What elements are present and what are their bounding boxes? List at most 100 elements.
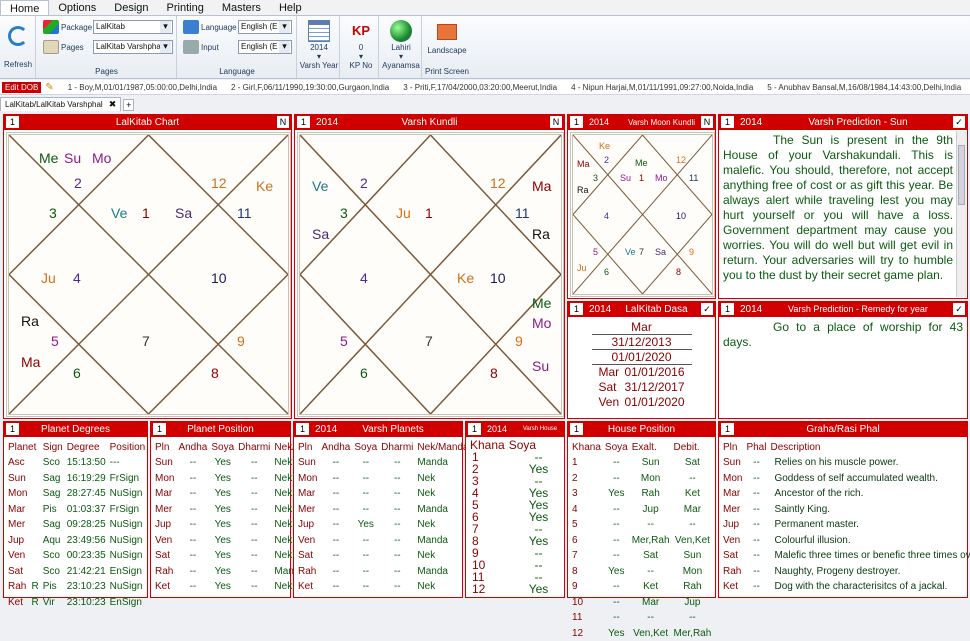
table-cell: --	[236, 533, 272, 549]
table-row[interactable]: Mer------Manda	[296, 502, 471, 518]
table-row[interactable]: Mer--Saintly King.	[721, 502, 970, 518]
table-row[interactable]: JupAqu23:49:56NuSign	[6, 533, 147, 549]
table-row[interactable]: Rah------Manda	[296, 564, 471, 580]
table-row[interactable]: MarPis01:03:37FrSign	[6, 502, 147, 518]
menu-options[interactable]: Options	[49, 0, 105, 16]
kp-group: KP 0 ▾ KP No	[341, 16, 379, 78]
table-cell: Mer	[721, 502, 744, 518]
menu-home[interactable]: Home	[0, 0, 49, 16]
table-row[interactable]: Sun------Manda	[296, 455, 471, 471]
table-cell: EnSign	[108, 595, 148, 611]
table-cell: Mer,Rah	[630, 533, 672, 549]
table-cell: Manda	[415, 533, 470, 549]
column-header: Position	[108, 439, 148, 455]
table-row[interactable]: Jup--Permanent master.	[721, 517, 970, 533]
table-row[interactable]: 10--MarJup	[570, 595, 713, 611]
table-row[interactable]: 4--JupMar	[570, 502, 713, 518]
edit-dob-button[interactable]: Edit DOB	[2, 82, 41, 93]
table-row[interactable]: MerSag09:28:25NuSign	[6, 517, 147, 533]
table-cell: Rah	[153, 564, 176, 580]
table-row[interactable]: Mar--Ancestor of the rich.	[721, 486, 970, 502]
table-cell: Goddess of self accumulated wealth.	[768, 471, 970, 487]
table-row[interactable]: Mon--Goddess of self accumulated wealth.	[721, 471, 970, 487]
tab-lalkitab-varshphal[interactable]: LalKitab/LalKitab Varshphal ✖	[0, 97, 121, 111]
table-row[interactable]: 5------	[570, 517, 713, 533]
table-cell: --	[236, 517, 272, 533]
table-row[interactable]: 11------	[570, 610, 713, 626]
table-cell: --	[603, 579, 630, 595]
column-header: Soya	[507, 439, 551, 451]
table-cell: Saintly King.	[768, 502, 970, 518]
table-cell: Yes	[507, 583, 551, 595]
table-row[interactable]: SatSco21:42:21EnSign	[6, 564, 147, 580]
table-cell: Ket	[153, 579, 176, 595]
kp-button[interactable]: KP 0 ▾ KP No	[341, 18, 381, 76]
table-row[interactable]: VenSco00:23:35NuSign	[6, 548, 147, 564]
menu-design[interactable]: Design	[105, 0, 157, 16]
table-row[interactable]: KetRVir23:10:23EnSign	[6, 595, 147, 611]
scrollbar-thumb[interactable]	[958, 145, 965, 205]
varsh-year-group: 2014 ▾ Varsh Year	[298, 16, 340, 78]
menu-help[interactable]: Help	[270, 0, 311, 16]
table-cell: --	[352, 471, 379, 487]
table-cell: Sat	[630, 548, 672, 564]
close-icon[interactable]: ✖	[109, 99, 117, 110]
pencil-icon[interactable]: ✎	[45, 82, 53, 93]
table-cell: --	[236, 455, 272, 471]
table-row[interactable]: 6--Mer,RahVen,Ket	[570, 533, 713, 549]
table-row[interactable]: Ket--Dog with the characterisitcs of a j…	[721, 579, 970, 595]
table-cell: 3	[570, 486, 603, 502]
person-item[interactable]: 1 - Boy,M,01/01/1987,05:00:00,Delhi,Indi…	[68, 83, 217, 92]
table-row[interactable]: MonSag28:27:45NuSign	[6, 486, 147, 502]
person-item[interactable]: 2 - Girl,F,06/11/1990,19:30:00,Gurgaon,I…	[231, 83, 389, 92]
table-row[interactable]: Sun--Relies on his muscle power.	[721, 455, 970, 471]
menu-printing[interactable]: Printing	[158, 0, 213, 16]
table-row[interactable]: 1--SunSat	[570, 455, 713, 471]
table-cell: --	[352, 455, 379, 471]
table-row[interactable]: Mar------Nek	[296, 486, 471, 502]
table-row[interactable]: 8Yes--Mon	[570, 564, 713, 580]
person-item[interactable]: 4 - Nipun Harjai,M,01/11/1991,09:27:00,N…	[571, 83, 753, 92]
menu-bar: Home Options Design Printing Masters Hel…	[0, 0, 970, 16]
table-row[interactable]: Ket------Nek	[296, 579, 471, 595]
house-position-table: KhanaSoyaExalt.Debit.1--SunSat2--Mon--3Y…	[570, 439, 713, 641]
menu-masters[interactable]: Masters	[213, 0, 270, 16]
pages-select[interactable]: LalKitab Varshphal	[93, 40, 173, 54]
person-item[interactable]: 5 - Anubhav Bansal,M,16/08/1984,14:43:00…	[767, 83, 961, 92]
table-row[interactable]: 12Yes	[468, 583, 550, 595]
input-select[interactable]: English (E	[238, 40, 292, 54]
scrollbar[interactable]	[956, 131, 966, 297]
package-select[interactable]: LalKitab	[93, 20, 173, 34]
table-cell: Rah	[672, 579, 714, 595]
language-select[interactable]: English (E	[238, 20, 292, 34]
table-row[interactable]: 9--KetRah	[570, 579, 713, 595]
table-cell: --	[319, 471, 352, 487]
table-cell: Ven	[6, 548, 29, 564]
refresh-button[interactable]: Refresh	[4, 26, 32, 72]
table-row[interactable]: Ven--Colourful illusion.	[721, 533, 970, 549]
table-cell: --	[176, 533, 209, 549]
table-row[interactable]: Ven------Manda	[296, 533, 471, 549]
table-row[interactable]: 7--SatSun	[570, 548, 713, 564]
varsh-year-button[interactable]: 2014 ▾ Varsh Year	[299, 18, 339, 76]
table-cell: Ven	[296, 533, 319, 549]
table-row[interactable]: 3YesRahKet	[570, 486, 713, 502]
table-row[interactable]: 12YesVen,KetMer,Rah	[570, 626, 713, 641]
table-row[interactable]: Sat--Malefic three times or benefic thre…	[721, 548, 970, 564]
table-row[interactable]: RahRPis23:10:23NuSign	[6, 579, 147, 595]
table-row[interactable]: Rah--Naughty, Progeny destroyer.	[721, 564, 970, 580]
language-group: Language English (E Input English (E Lan…	[178, 16, 297, 78]
person-item[interactable]: 3 - Priti,F,17/04/2000,03:20:00,Meerut,I…	[403, 83, 557, 92]
ayanamsa-button[interactable]: Lahiri ▾ Ayanamsa	[381, 18, 421, 76]
table-cell: --	[379, 471, 415, 487]
table-row[interactable]: Sat------Nek	[296, 548, 471, 564]
table-row[interactable]: SunSag16:19:29FrSign	[6, 471, 147, 487]
table-cell: Manda	[415, 455, 470, 471]
table-row[interactable]: Jup--Yes--Nek	[296, 517, 471, 533]
table-row[interactable]: Mon------Nek	[296, 471, 471, 487]
table-cell: NuSign	[108, 486, 148, 502]
table-row[interactable]: AscSco15:13:50---	[6, 455, 147, 471]
table-row[interactable]: 2--Mon--	[570, 471, 713, 487]
table-cell: --	[176, 579, 209, 595]
add-tab-button[interactable]: +	[123, 99, 134, 111]
